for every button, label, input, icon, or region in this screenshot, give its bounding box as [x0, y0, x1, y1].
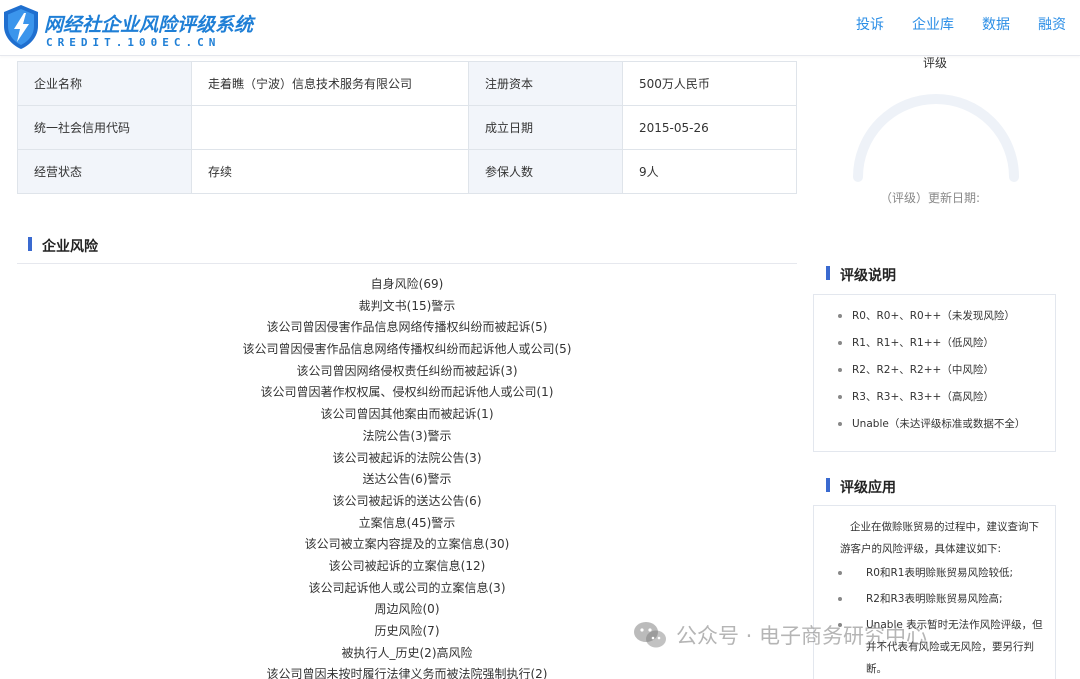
- rating-application-box: 企业在做赊账贸易的过程中，建议查询下游客户的风险评级，具体建议如下: R0和R1…: [813, 505, 1056, 679]
- top-header: 网经社企业风险评级系统 CREDIT.100EC.CN 投诉 企业库 数据 融资: [0, 0, 1080, 56]
- risk-item[interactable]: 该公司被起诉的法院公告(3): [17, 448, 797, 470]
- nav-data[interactable]: 数据: [982, 14, 1010, 34]
- registered-capital-label: 注册资本: [468, 61, 623, 106]
- legend-item: Unable（未达评级标准或数据不全）: [836, 413, 1055, 440]
- table-row: 统一社会信用代码 成立日期 2015-05-26: [17, 105, 797, 150]
- business-status-value: 存续: [191, 149, 469, 194]
- risk-item[interactable]: 被执行人_历史(2)高风险: [17, 643, 797, 665]
- divider: [17, 263, 797, 264]
- nav-company-library[interactable]: 企业库: [912, 14, 954, 34]
- legend-item: R0、R0+、R0++（未发现风险）: [836, 305, 1055, 332]
- company-info-table: 企业名称 走着瞧（宁波）信息技术服务有限公司 注册资本 500万人民币 统一社会…: [17, 61, 797, 194]
- logo-title: 网经社企业风险评级系统: [44, 14, 254, 36]
- rating-gauge: [853, 94, 1019, 182]
- risk-item[interactable]: 立案信息(45)警示: [17, 513, 797, 535]
- risk-item[interactable]: 该公司曾因未按时履行法律义务而被法院强制执行(2): [17, 664, 797, 679]
- rating-application-title: 评级应用: [826, 477, 896, 497]
- rating-application-intro: 企业在做赊账贸易的过程中，建议查询下游客户的风险评级，具体建议如下:: [840, 521, 1039, 555]
- risk-item[interactable]: 法院公告(3)警示: [17, 426, 797, 448]
- top-nav: 投诉 企业库 数据 融资: [856, 14, 1066, 34]
- rating-application-list: R0和R1表明赊账贸易风险较低; R2和R3表明赊账贸易风险高; Unable …: [814, 560, 1055, 679]
- insured-count-value: 9人: [622, 149, 797, 194]
- founded-date-value: 2015-05-26: [622, 105, 797, 150]
- lightning-shield-icon: [4, 5, 38, 49]
- logo-subtitle: CREDIT.100EC.CN: [46, 36, 221, 49]
- legend-item: R1、R1+、R1++（低风险）: [836, 332, 1055, 359]
- registered-capital-value: 500万人民币: [622, 61, 797, 106]
- risk-item[interactable]: 该公司起诉他人或公司的立案信息(3): [17, 578, 797, 600]
- credit-code-label: 统一社会信用代码: [17, 105, 192, 150]
- risk-item[interactable]: 该公司曾因侵害作品信息网络传播权纠纷而被起诉(5): [17, 317, 797, 339]
- legend-item: R3、R3+、R3++（高风险）: [836, 386, 1055, 413]
- rating-label: 评级: [915, 54, 955, 71]
- nav-financing[interactable]: 融资: [1038, 14, 1066, 34]
- risk-item[interactable]: 裁判文书(15)警示: [17, 296, 797, 318]
- risk-item[interactable]: 该公司被起诉的送达公告(6): [17, 491, 797, 513]
- risk-item[interactable]: 该公司曾因网络侵权责任纠纷而被起诉(3): [17, 361, 797, 383]
- risk-item[interactable]: 该公司曾因著作权权属、侵权纠纷而起诉他人或公司(1): [17, 382, 797, 404]
- risk-list: 自身风险(69) 裁判文书(15)警示 该公司曾因侵害作品信息网络传播权纠纷而被…: [17, 274, 797, 679]
- company-name-value: 走着瞧（宁波）信息技术服务有限公司: [191, 61, 469, 106]
- application-item: Unable 表示暂时无法作风险评级，但并不代表有风险或无风险，要另行判断。: [836, 614, 1045, 679]
- table-row: 企业名称 走着瞧（宁波）信息技术服务有限公司 注册资本 500万人民币: [17, 61, 797, 106]
- founded-date-label: 成立日期: [468, 105, 623, 150]
- nav-complaint[interactable]: 投诉: [856, 14, 884, 34]
- risk-item[interactable]: 该公司曾因侵害作品信息网络传播权纠纷而起诉他人或公司(5): [17, 339, 797, 361]
- risk-item[interactable]: 送达公告(6)警示: [17, 469, 797, 491]
- business-status-label: 经营状态: [17, 149, 192, 194]
- application-item: R2和R3表明赊账贸易风险高;: [836, 588, 1045, 610]
- risk-item[interactable]: 周边风险(0): [17, 599, 797, 621]
- risk-item[interactable]: 该公司曾因其他案由而被起诉(1): [17, 404, 797, 426]
- company-name-label: 企业名称: [17, 61, 192, 106]
- credit-code-value: [191, 105, 469, 150]
- insured-count-label: 参保人数: [468, 149, 623, 194]
- risk-item[interactable]: 历史风险(7): [17, 621, 797, 643]
- risk-item[interactable]: 该公司被立案内容提及的立案信息(30): [17, 534, 797, 556]
- rating-update-date: （评级）更新日期:: [880, 191, 981, 205]
- rating-legend-list: R0、R0+、R0++（未发现风险） R1、R1+、R1++（低风险） R2、R…: [814, 295, 1055, 440]
- legend-item: R2、R2+、R2++（中风险）: [836, 359, 1055, 386]
- application-item: R0和R1表明赊账贸易风险较低;: [836, 562, 1045, 584]
- enterprise-risk-title: 企业风险: [28, 236, 98, 256]
- site-logo[interactable]: 网经社企业风险评级系统 CREDIT.100EC.CN: [2, 4, 253, 54]
- risk-item[interactable]: 该公司被起诉的立案信息(12): [17, 556, 797, 578]
- rating-legend-box: R0、R0+、R0++（未发现风险） R1、R1+、R1++（低风险） R2、R…: [813, 294, 1056, 452]
- table-row: 经营状态 存续 参保人数 9人: [17, 149, 797, 194]
- rating-legend-title: 评级说明: [826, 265, 896, 285]
- risk-item[interactable]: 自身风险(69): [17, 274, 797, 296]
